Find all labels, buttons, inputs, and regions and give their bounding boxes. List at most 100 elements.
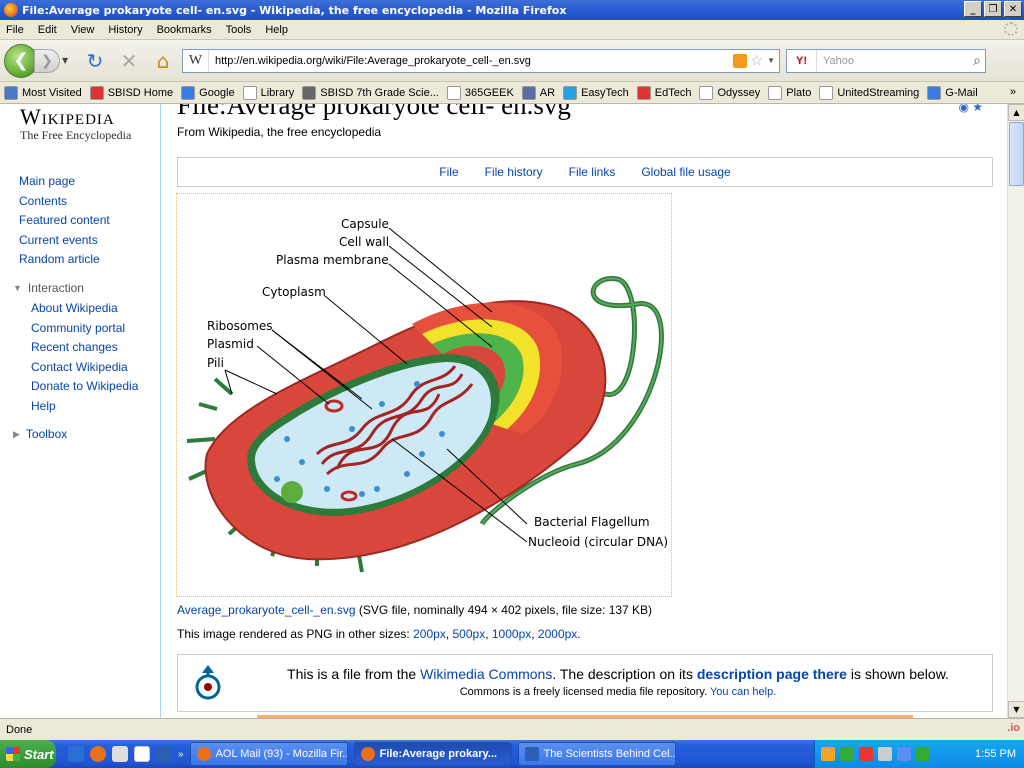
word-icon[interactable] — [156, 746, 172, 762]
rss-icon[interactable] — [732, 53, 747, 68]
bookmark-item[interactable]: EasyTech — [563, 85, 629, 100]
system-tray: 1:55 PM — [814, 740, 1024, 768]
label-bacterial-flagellum: Bacterial Flagellum — [534, 515, 650, 529]
bookmark-item[interactable]: SBISD 7th Grade Scie... — [302, 85, 439, 100]
url-text[interactable]: http://en.wikipedia.org/wiki/File:Averag… — [209, 55, 733, 67]
tray-sync-icon[interactable] — [916, 747, 930, 761]
window-title: File:Average prokaryote cell- en.svg - W… — [22, 3, 567, 17]
forward-button[interactable]: ❯ — [34, 48, 60, 73]
label-nucleoid: Nucleoid (circular DNA) — [528, 535, 668, 549]
menu-bookmarks[interactable]: Bookmarks — [157, 24, 212, 36]
taskbar-item-word-doc[interactable]: The Scientists Behind Cel... — [517, 742, 676, 766]
firefox-quicklaunch-icon[interactable] — [90, 746, 106, 762]
restore-button[interactable]: ❐ — [984, 1, 1002, 17]
sidebar-item-random-article[interactable]: Random article — [19, 252, 110, 272]
tab-file-history[interactable]: File history — [485, 165, 543, 179]
search-input[interactable]: Yahoo — [817, 55, 973, 67]
tray-network-icon[interactable] — [840, 747, 854, 761]
tray-update-icon[interactable] — [897, 747, 911, 761]
window-title-bar[interactable]: File:Average prokaryote cell- en.svg - W… — [0, 0, 1024, 20]
taskbar-item-wikipedia[interactable]: File:Average prokary... — [353, 742, 512, 766]
menu-view[interactable]: View — [71, 24, 95, 36]
history-dropdown-icon[interactable]: ▼ — [62, 56, 74, 65]
show-desktop-icon[interactable] — [112, 746, 128, 762]
bookmark-item[interactable]: SBISD Home — [89, 85, 173, 100]
image-file-link[interactable]: Average_prokaryote_cell-_en.svg — [177, 603, 356, 617]
vertical-scrollbar[interactable]: ▲ ▼ — [1007, 104, 1024, 718]
sidebar-item-contents[interactable]: Contents — [19, 194, 110, 214]
label-ribosomes: Ribosomes — [207, 319, 273, 333]
start-button[interactable]: Start — [0, 740, 56, 768]
tray-app-icon[interactable] — [821, 747, 835, 761]
interaction-section-header[interactable]: ▼ Interaction — [13, 281, 84, 295]
sidebar-item-donate[interactable]: Donate to Wikipedia — [31, 379, 138, 399]
from-wikipedia-tagline: From Wikipedia, the free encyclopedia — [177, 125, 382, 139]
bookmark-item[interactable]: Most Visited — [4, 85, 82, 100]
menu-file[interactable]: File — [6, 24, 24, 36]
tray-volume-icon[interactable] — [878, 747, 892, 761]
sidebar-item-community-portal[interactable]: Community portal — [31, 321, 138, 341]
bookmark-star-icon[interactable]: ☆ — [751, 52, 764, 69]
size-200px-link[interactable]: 200px — [413, 627, 446, 641]
sidebar-item-recent-changes[interactable]: Recent changes — [31, 340, 138, 360]
status-addon-icon[interactable]: .io — [1007, 722, 1020, 734]
search-icon[interactable]: ⌕ — [973, 52, 981, 69]
url-dropdown-icon[interactable]: ▼ — [767, 56, 775, 65]
sidebar-item-main-page[interactable]: Main page — [19, 174, 110, 194]
size-500px-link[interactable]: 500px — [453, 627, 486, 641]
wikimedia-commons-link[interactable]: Wikimedia Commons — [420, 666, 552, 682]
status-text: Done — [6, 723, 33, 736]
scroll-down-icon[interactable]: ▼ — [1008, 701, 1024, 718]
bookmark-item[interactable]: EdTech — [636, 85, 691, 100]
bookmark-favicon-icon — [242, 85, 257, 100]
taskbar-item-aol-mail[interactable]: AOL Mail (93) - Mozilla Fir... — [189, 742, 348, 766]
menu-help[interactable]: Help — [265, 24, 288, 36]
menu-edit[interactable]: Edit — [38, 24, 57, 36]
window-icon[interactable] — [134, 746, 150, 762]
menu-tools[interactable]: Tools — [226, 24, 252, 36]
toolbox-section-header[interactable]: ▶ Toolbox — [13, 427, 67, 441]
stop-icon[interactable]: ✕ — [116, 48, 142, 74]
sidebar-item-featured-content[interactable]: Featured content — [19, 213, 110, 233]
prokaryote-cell-image[interactable]: Capsule Cell wall Plasma membrane Cytopl… — [176, 193, 672, 597]
bookmark-item[interactable]: Odyssey — [699, 85, 760, 100]
bookmark-item[interactable]: Library — [242, 85, 294, 100]
wikipedia-logo[interactable]: Wikipedia The Free Encyclopedia — [20, 104, 131, 143]
bookmark-item[interactable]: G-Mail — [927, 85, 978, 100]
bookmark-item[interactable]: 365GEEK — [446, 85, 514, 100]
collapse-triangle-icon: ▼ — [13, 283, 22, 293]
minimize-button[interactable]: _ — [964, 1, 982, 17]
back-button[interactable]: ❮ — [4, 43, 38, 78]
you-can-help-link[interactable]: You can help. — [710, 686, 776, 698]
size-2000px-link[interactable]: 2000px — [538, 627, 577, 641]
url-bar[interactable]: W http://en.wikipedia.org/wiki/File:Aver… — [182, 48, 780, 73]
quicklaunch-more-icon[interactable]: » — [178, 749, 184, 760]
bookmark-item[interactable]: UnitedStreaming — [819, 85, 919, 100]
close-button[interactable]: ✕ — [1004, 1, 1022, 17]
sidebar-item-about-wikipedia[interactable]: About Wikipedia — [31, 301, 138, 321]
home-icon[interactable]: ⌂ — [150, 48, 176, 74]
search-engine-icon[interactable]: Y! — [787, 49, 817, 72]
ie-icon[interactable] — [68, 746, 84, 762]
bookmark-item[interactable]: Google — [181, 85, 235, 100]
windows-flag-icon — [6, 747, 20, 761]
sidebar-item-current-events[interactable]: Current events — [19, 233, 110, 253]
sidebar-item-contact-wikipedia[interactable]: Contact Wikipedia — [31, 360, 138, 380]
sidebar-item-help[interactable]: Help — [31, 399, 138, 419]
tray-security-icon[interactable] — [859, 747, 873, 761]
tab-global-file-usage[interactable]: Global file usage — [641, 165, 730, 179]
reload-icon[interactable]: ↻ — [82, 48, 108, 74]
main-content: File:Average prokaryote cell- en.svg ◉ ★… — [160, 104, 1007, 718]
menu-history[interactable]: History — [108, 24, 142, 36]
search-bar[interactable]: Y! Yahoo ⌕ — [786, 48, 986, 73]
bookmark-item[interactable]: Plato — [768, 85, 811, 100]
scroll-up-icon[interactable]: ▲ — [1008, 104, 1024, 121]
tab-file[interactable]: File — [439, 165, 458, 179]
description-page-link[interactable]: description page there — [697, 666, 847, 682]
tab-file-links[interactable]: File links — [569, 165, 616, 179]
scroll-thumb[interactable] — [1009, 122, 1024, 186]
commons-subtext: Commons is a freely licensed media file … — [459, 686, 777, 698]
size-1000px-link[interactable]: 1000px — [492, 627, 531, 641]
bookmark-item[interactable]: AR — [521, 85, 555, 100]
bookmarks-more-icon[interactable]: » — [1010, 86, 1016, 98]
